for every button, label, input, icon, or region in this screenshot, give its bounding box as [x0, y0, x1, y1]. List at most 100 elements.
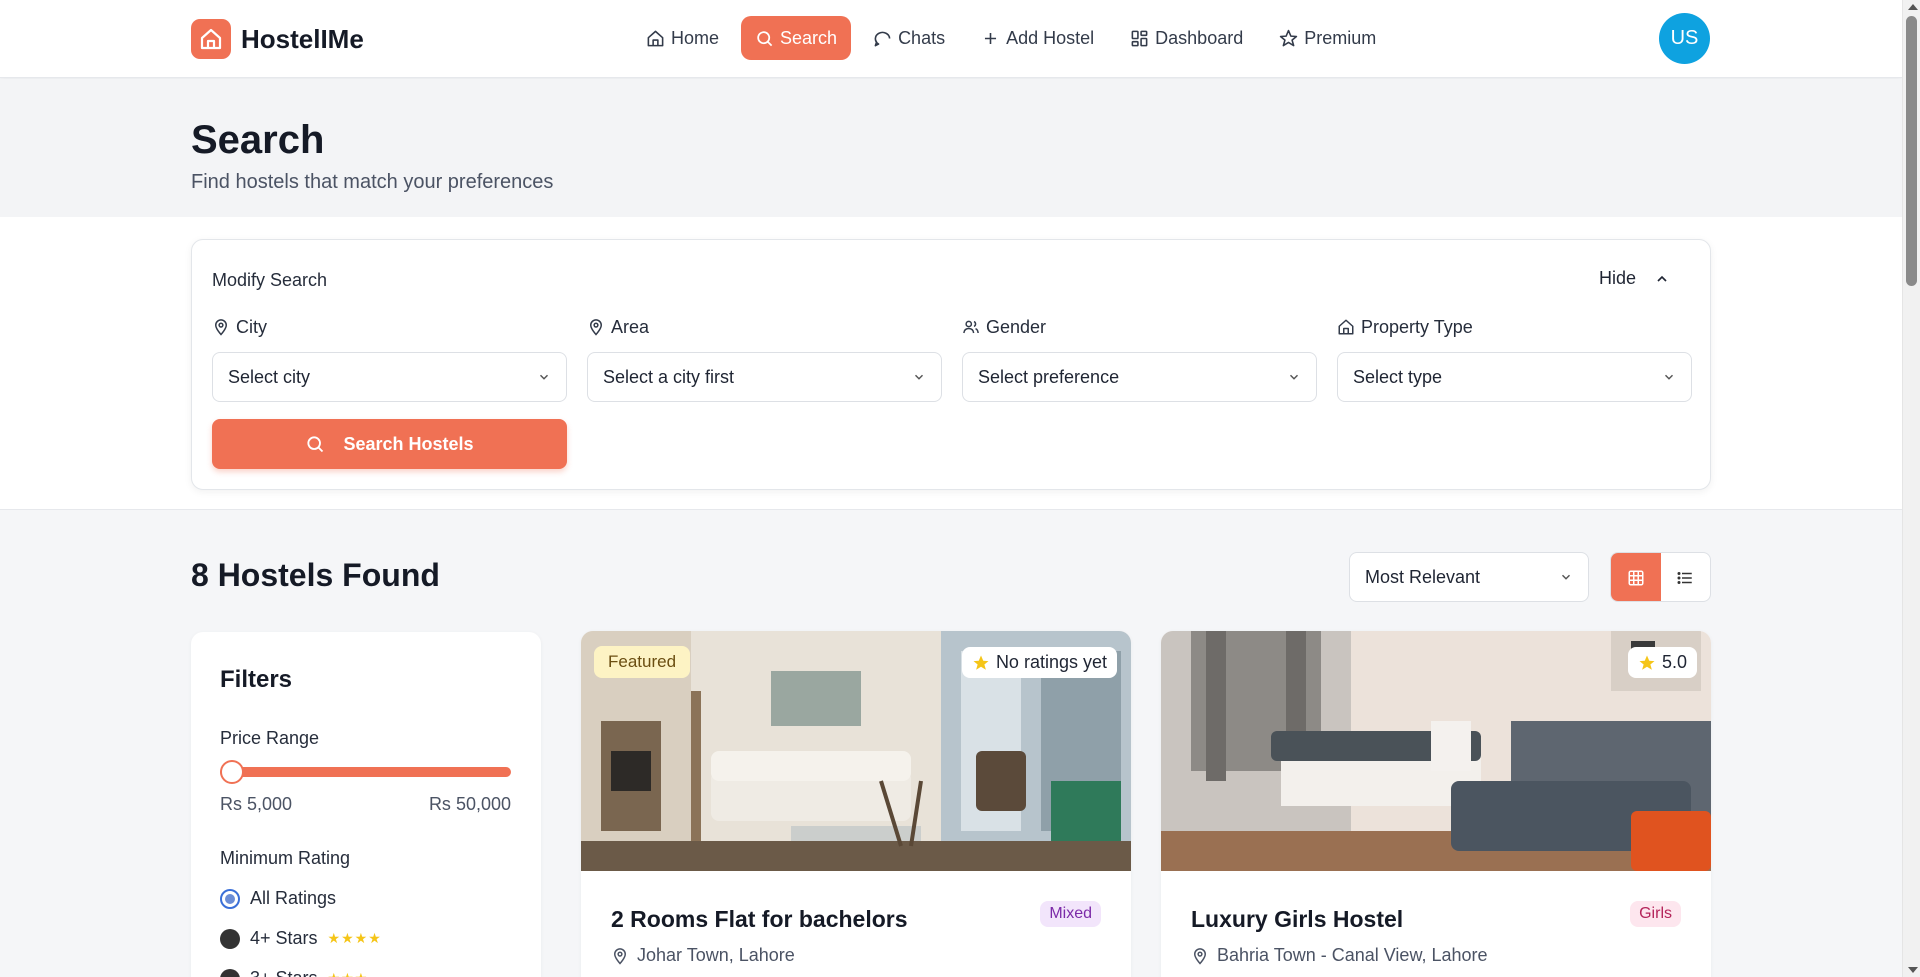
nav-premium[interactable]: Premium: [1265, 16, 1390, 60]
view-toggle: [1610, 552, 1711, 602]
hide-search-toggle[interactable]: Hide: [1599, 268, 1670, 289]
star-icon: [973, 655, 989, 670]
chevron-down-icon: [914, 374, 924, 380]
rating-value: No ratings yet: [995, 652, 1107, 672]
gender-field: Gender Select preference: [962, 316, 1317, 402]
nav-home[interactable]: Home: [632, 16, 733, 60]
map-pin-icon: [1193, 947, 1207, 965]
gender-tag: Mixed: [1040, 901, 1101, 927]
scrollbar-thumb[interactable]: [1906, 16, 1917, 286]
plus-icon: [985, 32, 997, 44]
city-field: City Select city: [212, 316, 567, 402]
radio-4plus[interactable]: [220, 928, 240, 949]
home-icon: [647, 30, 664, 46]
star-icon: [1639, 655, 1655, 670]
area-select[interactable]: Select a city first: [587, 352, 942, 402]
hostel-location: Johar Town, Lahore: [611, 945, 795, 966]
search-icon: [757, 30, 773, 46]
nav-dashboard-label: Dashboard: [1155, 27, 1244, 48]
gender-label: Gender: [986, 316, 1047, 337]
brand-name: HostelIMe: [241, 23, 364, 54]
chevron-down-icon: [1289, 374, 1299, 380]
hostel-location: Bahria Town - Canal View, Lahore: [1191, 945, 1488, 966]
grid-view-button[interactable]: [1611, 553, 1661, 601]
nav-premium-label: Premium: [1304, 27, 1377, 48]
main-nav: Home Search Chats Add Hostel Dashboard P…: [632, 16, 1390, 60]
hostel-title[interactable]: Luxury Girls Hostel: [1191, 906, 1403, 933]
nav-search-label: Search: [780, 27, 838, 48]
nav-dashboard[interactable]: Dashboard: [1116, 16, 1257, 60]
price-range-label: Price Range: [220, 728, 320, 748]
sort-select[interactable]: Most Relevant: [1349, 552, 1589, 602]
map-pin-icon: [214, 319, 228, 336]
radio-3plus[interactable]: [220, 968, 240, 977]
price-max: Rs 50,000: [428, 794, 511, 814]
stars-icon: ★★★★: [327, 930, 382, 946]
price-slider-thumb[interactable]: [220, 760, 244, 784]
nav-chats[interactable]: Chats: [859, 16, 959, 60]
city-select-value: Select city: [228, 366, 311, 387]
rating-option-4plus[interactable]: 4+ Stars ★★★★: [220, 928, 382, 949]
user-avatar[interactable]: US: [1659, 13, 1710, 64]
brand[interactable]: HostelIMe: [191, 19, 364, 59]
gender-select[interactable]: Select preference: [962, 352, 1317, 402]
search-hostels-button[interactable]: Search Hostels: [212, 419, 567, 469]
sort-select-value: Most Relevant: [1365, 566, 1481, 587]
minimum-rating-label: Minimum Rating: [220, 848, 351, 868]
hide-label: Hide: [1598, 268, 1636, 288]
rating-option-label: 3+ Stars: [250, 968, 318, 977]
city-select[interactable]: Select city: [212, 352, 567, 402]
rating-option-3plus[interactable]: 3+ Stars ★★★: [220, 968, 368, 977]
location-text: Johar Town, Lahore: [637, 945, 795, 965]
hostel-photo[interactable]: 5.0: [1161, 631, 1711, 871]
search-card: Modify Search Hide City Select city Area…: [191, 239, 1711, 490]
property-type-label: Property Type: [1361, 316, 1473, 337]
area-select-value: Select a city first: [603, 366, 735, 387]
grid-icon: [1628, 570, 1644, 586]
dashboard-icon: [1131, 30, 1148, 46]
map-pin-icon: [589, 319, 603, 336]
nav-chats-label: Chats: [898, 27, 946, 48]
area-field: Area Select a city first: [587, 316, 942, 402]
hostel-card[interactable]: Featured No ratings yet 2 Rooms Flat for…: [581, 631, 1131, 977]
users-icon: [963, 320, 979, 334]
nav-add-hostel[interactable]: Add Hostel: [967, 16, 1108, 60]
list-view-button[interactable]: [1661, 553, 1711, 601]
property-type-field: Property Type Select type: [1337, 316, 1692, 402]
map-pin-icon: [613, 947, 627, 965]
price-slider-track[interactable]: [220, 767, 511, 777]
search-icon: [307, 436, 324, 453]
hostel-title[interactable]: 2 Rooms Flat for bachelors: [611, 906, 908, 933]
nav-home-label: Home: [671, 27, 720, 48]
page-scrollbar[interactable]: [1902, 0, 1920, 977]
chat-icon: [874, 31, 891, 46]
chevron-down-icon: [539, 374, 549, 380]
filters-title: Filters: [220, 666, 293, 693]
gender-tag: Girls: [1630, 901, 1681, 927]
nav-search[interactable]: Search: [741, 16, 852, 60]
search-hostels-label: Search Hostels: [343, 433, 474, 454]
city-label: City: [236, 316, 267, 337]
scroll-down-icon[interactable]: [1908, 967, 1918, 973]
radio-all-ratings[interactable]: [220, 888, 240, 909]
hostel-photo[interactable]: Featured No ratings yet: [581, 631, 1131, 871]
hostel-card[interactable]: 5.0 Luxury Girls Hostel Girls Bahria Tow…: [1161, 631, 1711, 977]
location-text: Bahria Town - Canal View, Lahore: [1217, 945, 1488, 965]
area-label: Area: [611, 316, 650, 337]
featured-badge: Featured: [594, 646, 691, 678]
stars-icon: ★★★: [328, 970, 369, 977]
nav-add-hostel-label: Add Hostel: [1006, 27, 1095, 48]
gender-select-value: Select preference: [978, 366, 1120, 387]
scroll-up-icon[interactable]: [1908, 4, 1918, 10]
price-min: Rs 5,000: [220, 794, 293, 814]
rating-badge: No ratings yet: [961, 647, 1117, 678]
star-icon: [1280, 29, 1298, 46]
page-subtitle: Find hostels that match your preferences: [191, 171, 554, 193]
chevron-up-icon: [1657, 275, 1667, 282]
rating-option-all[interactable]: All Ratings: [220, 888, 336, 909]
modify-search-title: Modify Search: [212, 270, 328, 290]
list-icon: [1677, 572, 1692, 584]
rating-value: 5.0: [1661, 652, 1687, 672]
rating-option-label: All Ratings: [250, 888, 337, 908]
property-type-select[interactable]: Select type: [1337, 352, 1692, 402]
